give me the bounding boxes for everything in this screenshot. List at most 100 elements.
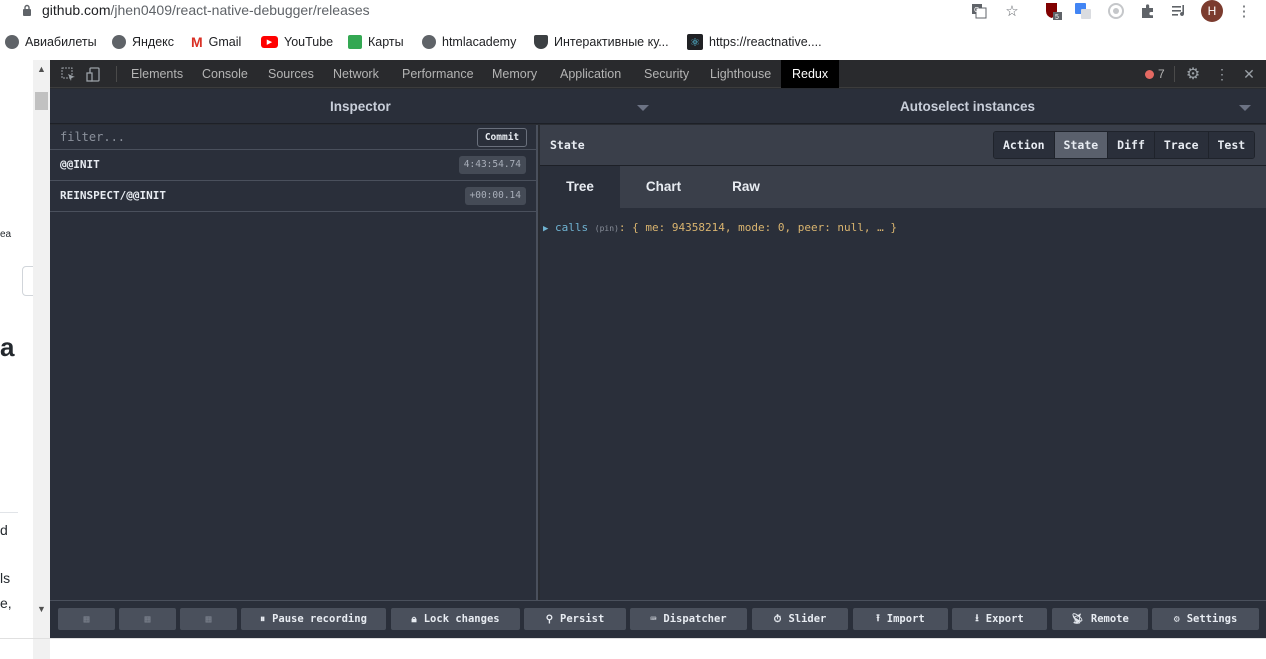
commit-button[interactable]: Commit	[477, 128, 527, 147]
google-translate-extension-icon[interactable]	[1073, 1, 1093, 21]
bookmark-youtube[interactable]: ▶ YouTube	[261, 33, 333, 51]
tab-chart[interactable]: Chart	[627, 166, 700, 208]
export-button[interactable]: ⭳ Export	[952, 608, 1047, 630]
keyboard-icon: ⌨	[650, 613, 657, 625]
action-timestamp: +00:00.14	[464, 187, 526, 205]
action-list-panel: filter... Commit @@INIT 4:43:54.74 REINS…	[50, 125, 538, 600]
extension-icon[interactable]	[1106, 1, 1126, 21]
page-text-fragment: a	[0, 332, 15, 362]
lock-icon: 🔒︎	[411, 613, 417, 625]
state-tree-node[interactable]: ▶ calls (pin): { me: 94358214, mode: 0, …	[543, 221, 897, 234]
filter-input[interactable]: filter...	[60, 125, 125, 149]
youtube-icon: ▶	[261, 36, 278, 48]
tab-sources[interactable]: Sources	[268, 60, 314, 88]
globe-icon	[112, 35, 126, 49]
dispatcher-button[interactable]: ⌨ Dispatcher	[630, 608, 747, 630]
tab-console[interactable]: Console	[202, 60, 248, 88]
scrollbar-thumb[interactable]	[35, 92, 48, 110]
scroll-down-arrow-icon[interactable]: ▼	[37, 604, 46, 614]
action-list-item[interactable]: REINSPECT/@@INIT +00:00.14	[50, 181, 536, 212]
more-options-icon[interactable]: ⋮	[1213, 65, 1231, 83]
remote-button[interactable]: 📡︎ Remote	[1052, 608, 1148, 630]
tab-memory[interactable]: Memory	[492, 60, 537, 88]
chevron-down-icon[interactable]	[637, 105, 649, 111]
device-toolbar-icon[interactable]	[84, 65, 102, 83]
bookmark-gmail[interactable]: M Gmail	[191, 33, 241, 51]
lock-changes-button[interactable]: 🔒︎ Lock changes	[391, 608, 520, 630]
page-content-strip: ea a d ls e,	[0, 60, 36, 638]
translate-icon[interactable]: G	[969, 1, 989, 21]
expand-arrow-icon[interactable]: ▶	[543, 224, 548, 234]
tab-tree[interactable]: Tree	[540, 166, 620, 208]
import-button[interactable]: ⭱ Import	[853, 608, 948, 630]
gmail-icon: M	[191, 34, 203, 50]
profile-avatar[interactable]: H	[1201, 0, 1223, 22]
tab-action[interactable]: Action	[994, 132, 1055, 158]
tab-security[interactable]: Security	[644, 60, 689, 88]
devtools-scrollbar[interactable]: ▲ ▼	[33, 60, 50, 638]
svg-text:5: 5	[1055, 14, 1059, 21]
globe-icon	[5, 35, 19, 49]
tab-test[interactable]: Test	[1208, 132, 1255, 158]
chrome-menu-icon[interactable]: ⋮	[1234, 1, 1254, 21]
gear-icon: ⚙	[1173, 613, 1180, 625]
puzzle-extensions-icon[interactable]	[1138, 1, 1158, 21]
horizontal-scroll-area	[0, 638, 1266, 659]
tab-trace[interactable]: Trace	[1154, 132, 1209, 158]
react-icon: ⚛	[687, 34, 703, 50]
media-control-icon[interactable]	[1170, 1, 1190, 21]
close-icon[interactable]: ✕	[1240, 65, 1258, 83]
bookmark-htmlacademy[interactable]: htmlacademy	[422, 33, 516, 51]
error-icon	[1145, 69, 1154, 79]
preview-title: State	[550, 138, 585, 152]
pin-hint[interactable]: (pin)	[595, 224, 619, 233]
bottom-toolbar: ▦ ▦ ▦ ⏸ Pause recording 🔒︎ Lock changes ⚲ P…	[50, 600, 1266, 638]
inspector-select[interactable]: Inspector	[330, 89, 391, 124]
instances-select[interactable]: Autoselect instances	[900, 89, 1035, 124]
tab-performance[interactable]: Performance	[402, 60, 474, 88]
dock-right-button[interactable]: ▦	[180, 608, 237, 630]
slider-button[interactable]: ⏱ Slider	[752, 608, 848, 630]
page-divider	[0, 512, 18, 513]
tab-application[interactable]: Application	[560, 60, 621, 88]
tab-state[interactable]: State	[1054, 132, 1109, 158]
error-count-badge[interactable]: 7	[1145, 67, 1165, 81]
bookmark-aviabilety[interactable]: Авиабилеты	[5, 33, 97, 51]
bookmark-reactnative[interactable]: ⚛ https://reactnative....	[687, 33, 822, 51]
scroll-up-arrow-icon[interactable]: ▲	[37, 64, 46, 74]
chevron-down-icon[interactable]	[1239, 105, 1251, 111]
filter-row: filter... Commit	[50, 125, 536, 150]
url-text[interactable]: github.com/jhen0409/react-native-debugge…	[42, 2, 370, 18]
dock-bottom-button[interactable]: ▦	[119, 608, 176, 630]
globe-icon	[422, 35, 436, 49]
tree-value: : { me: 94358214, mode: 0, peer: null, ……	[618, 221, 898, 234]
layout-icon: ▦	[205, 613, 212, 625]
settings-button[interactable]: ⚙ Settings	[1152, 608, 1259, 630]
bookmark-interactive-courses[interactable]: Интерактивные ку...	[534, 33, 669, 51]
pause-recording-button[interactable]: ⏸ Pause recording	[241, 608, 386, 630]
scroll-corner	[33, 639, 50, 659]
bookmark-maps[interactable]: Карты	[348, 33, 404, 51]
gear-icon[interactable]: ⚙	[1184, 65, 1202, 83]
ublock-extension-icon[interactable]: 5	[1043, 1, 1063, 21]
tab-separator	[1174, 66, 1175, 82]
dock-left-button[interactable]: ▦	[58, 608, 115, 630]
tab-redux[interactable]: Redux	[781, 60, 840, 88]
action-timestamp: 4:43:54.74	[458, 156, 526, 174]
tab-raw[interactable]: Raw	[712, 166, 780, 208]
pause-icon: ⏸	[260, 613, 266, 625]
layout-icon: ▦	[144, 613, 151, 625]
tab-diff[interactable]: Diff	[1108, 132, 1155, 158]
tab-lighthouse[interactable]: Lighthouse	[710, 60, 771, 88]
pin-icon: ⚲	[545, 613, 554, 625]
star-icon[interactable]: ☆	[1002, 1, 1022, 21]
bookmark-yandex[interactable]: Яндекс	[112, 33, 174, 51]
tab-elements[interactable]: Elements	[131, 60, 183, 88]
action-list-item[interactable]: @@INIT 4:43:54.74	[50, 150, 536, 181]
inspect-element-icon[interactable]	[59, 65, 77, 83]
browser-address-bar[interactable]: github.com/jhen0409/react-native-debugge…	[0, 0, 1266, 24]
preview-header: State Action State Diff Trace Test	[540, 125, 1266, 166]
download-icon: ⭳	[975, 612, 979, 624]
tab-network[interactable]: Network	[333, 60, 379, 88]
persist-button[interactable]: ⚲ Persist	[524, 608, 626, 630]
